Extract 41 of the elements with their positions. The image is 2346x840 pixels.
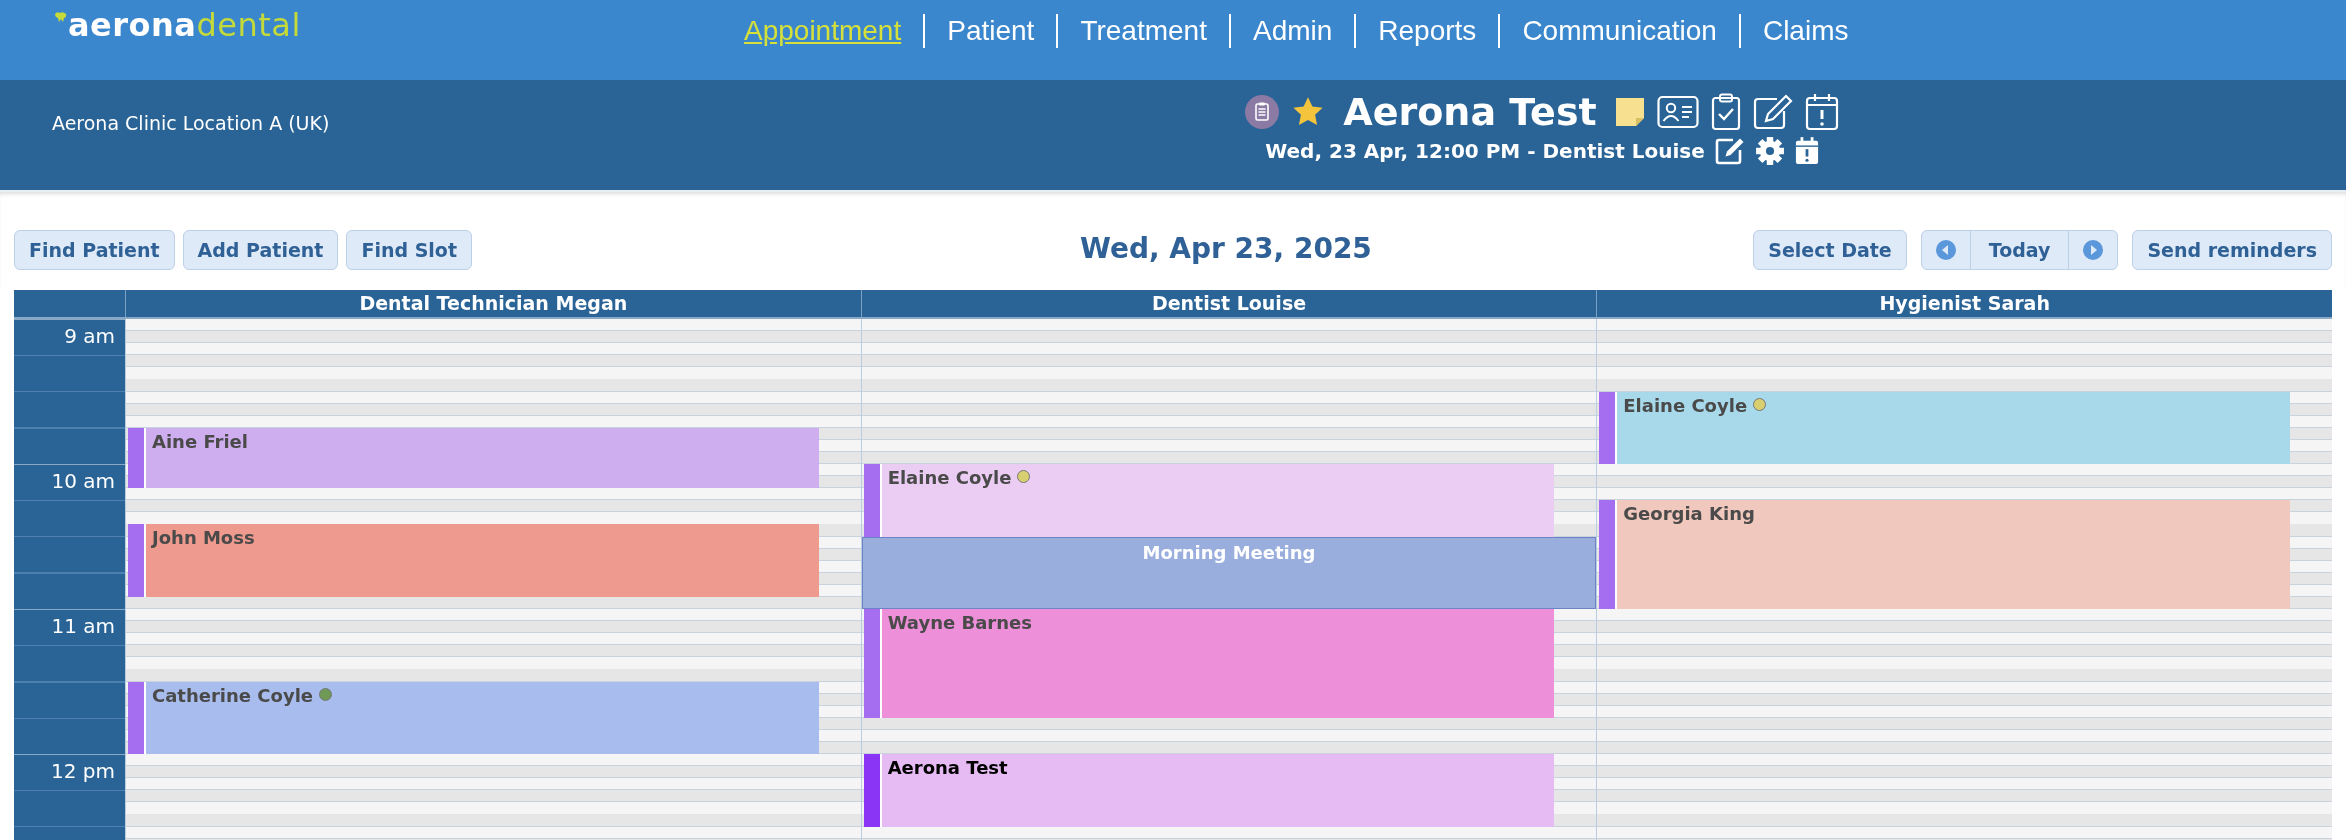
today-button[interactable]: Today [1969, 231, 2070, 269]
appointment-block[interactable]: Aine Friel [128, 427, 819, 489]
select-date-button[interactable]: Select Date [1753, 230, 1907, 270]
patient-name: Aerona Test [887, 756, 1008, 778]
appointment-block[interactable]: Georgia King [1599, 500, 2290, 609]
date-title: Wed, Apr 23, 2025 [1080, 232, 1372, 265]
patient-name: Aine Friel [152, 429, 248, 452]
nav-link[interactable]: Treatment [1080, 15, 1207, 47]
column-header: Dentist Louise [860, 290, 1597, 317]
hour-label: 11 am [51, 614, 115, 638]
patient-name: Elaine Coyle [1623, 393, 1748, 416]
appointment-block[interactable]: John Moss [128, 524, 819, 597]
nav-link[interactable]: Appointment [744, 15, 902, 47]
nav-link[interactable]: Communication [1522, 15, 1717, 47]
patient-name: Catherine Coyle [152, 683, 313, 706]
appointment-block[interactable]: Aerona Test [863, 754, 1555, 827]
send-reminders-button[interactable]: Send reminders [2132, 230, 2332, 270]
patient-name: Georgia King [1623, 502, 1755, 525]
column-header: Dental Technician Megan [125, 290, 861, 317]
patient-name: John Moss [152, 526, 255, 549]
hour-label: 9 am [64, 324, 115, 348]
patient-name: Elaine Coyle [887, 466, 1012, 488]
clinic-name: Aerona Clinic Location A (UK) [51, 111, 331, 136]
nav-link[interactable]: Admin [1252, 15, 1333, 47]
toolbar-button[interactable]: Add Patient [182, 230, 339, 270]
column-header: Hygienist Sarah [1596, 290, 2332, 317]
hour-label: 10 am [51, 469, 115, 493]
nav-link[interactable]: Patient [947, 15, 1035, 47]
hour-label: 12 pm [51, 759, 115, 783]
nav-link[interactable]: Reports [1378, 15, 1477, 47]
logo-text[interactable]: aeronadental [68, 10, 301, 40]
appointment-block[interactable]: Wayne Barnes [863, 609, 1555, 718]
toolbar-button[interactable]: Find Slot [346, 230, 472, 270]
appointment-block[interactable]: Elaine Coyle [863, 464, 1555, 537]
patient-name: Wayne Barnes [887, 611, 1032, 633]
appointment-block[interactable]: Elaine Coyle [1599, 391, 2290, 464]
nav-link[interactable]: Claims [1762, 15, 1849, 47]
toolbar-button[interactable]: Find Patient [14, 230, 175, 270]
patient-name: Aerona Test [1343, 90, 1597, 134]
appointment-details: Wed, 23 Apr, 12:00 PM - Dentist Louise [1265, 139, 1705, 163]
appointment-block[interactable]: Catherine Coyle [128, 681, 819, 754]
